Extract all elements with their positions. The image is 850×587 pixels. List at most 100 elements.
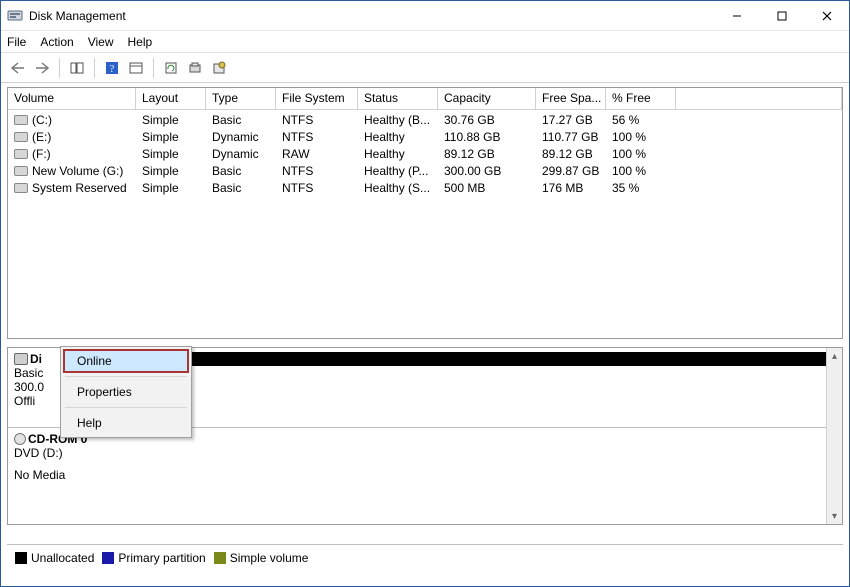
menu-bar: File Action View Help [1, 31, 849, 53]
svg-text:?: ? [110, 64, 115, 75]
footer-strip [7, 570, 843, 580]
cell-pct: 35 % [606, 181, 676, 195]
cell-free: 110.77 GB [536, 130, 606, 144]
cdrom-row[interactable]: CD-ROM 0 DVD (D:) No Media [8, 428, 842, 508]
cell-capacity: 110.88 GB [438, 130, 536, 144]
cell-capacity: 500 MB [438, 181, 536, 195]
cell-status: Healthy [358, 147, 438, 161]
legend: Unallocated Primary partition Simple vol… [7, 544, 843, 570]
cell-layout: Simple [136, 164, 206, 178]
cell-fs: NTFS [276, 130, 358, 144]
context-properties[interactable]: Properties [63, 380, 189, 404]
col-layout[interactable]: Layout [136, 88, 206, 109]
refresh-button[interactable] [160, 57, 182, 79]
window-controls [714, 1, 849, 30]
disk-layout-bar[interactable] [118, 348, 842, 427]
cell-volume: New Volume (G:) [8, 164, 136, 178]
toolbar-separator [94, 58, 95, 78]
settings-button[interactable] [125, 57, 147, 79]
cell-free: 17.27 GB [536, 113, 606, 127]
properties-button[interactable] [208, 57, 230, 79]
toolbar: ? [1, 53, 849, 83]
cell-pct: 100 % [606, 130, 676, 144]
swatch-simple [214, 552, 226, 564]
disk-label: Di [30, 352, 42, 366]
menu-action[interactable]: Action [40, 35, 73, 49]
cell-layout: Simple [136, 113, 206, 127]
cell-layout: Simple [136, 130, 206, 144]
cdrom-info[interactable]: CD-ROM 0 DVD (D:) No Media [8, 428, 842, 508]
context-online[interactable]: Online [63, 349, 189, 373]
disk-icon [14, 353, 28, 365]
help-button[interactable]: ? [101, 57, 123, 79]
volume-icon [14, 166, 28, 176]
cell-layout: Simple [136, 147, 206, 161]
menu-file[interactable]: File [7, 35, 26, 49]
volume-icon [14, 132, 28, 142]
volume-icon [14, 149, 28, 159]
cell-status: Healthy (B... [358, 113, 438, 127]
context-help[interactable]: Help [63, 411, 189, 435]
menu-view[interactable]: View [88, 35, 114, 49]
window-title: Disk Management [29, 9, 126, 23]
maximize-button[interactable] [759, 1, 804, 30]
col-percent[interactable]: % Free [606, 88, 676, 109]
volume-row[interactable]: (C:)SimpleBasicNTFSHealthy (B...30.76 GB… [8, 111, 842, 128]
cell-fs: NTFS [276, 164, 358, 178]
swatch-unallocated [15, 552, 27, 564]
scroll-track[interactable] [827, 364, 842, 508]
cell-fs: RAW [276, 147, 358, 161]
cell-layout: Simple [136, 181, 206, 195]
show-hide-tree-button[interactable] [66, 57, 88, 79]
scroll-up-button[interactable]: ▴ [827, 348, 842, 364]
volume-icon [14, 183, 28, 193]
context-separator [65, 376, 187, 377]
cell-capacity: 30.76 GB [438, 113, 536, 127]
volume-row[interactable]: (E:)SimpleDynamicNTFSHealthy110.88 GB110… [8, 128, 842, 145]
col-free[interactable]: Free Spa... [536, 88, 606, 109]
col-filesystem[interactable]: File System [276, 88, 358, 109]
content-area: Volume Layout Type File System Status Ca… [1, 83, 849, 586]
menu-help[interactable]: Help [128, 35, 153, 49]
volume-row[interactable]: New Volume (G:)SimpleBasicNTFSHealthy (P… [8, 162, 842, 179]
volume-row[interactable]: System ReservedSimpleBasicNTFSHealthy (S… [8, 179, 842, 196]
forward-button[interactable] [31, 57, 53, 79]
context-separator [65, 407, 187, 408]
legend-unallocated: Unallocated [15, 551, 94, 565]
cell-status: Healthy [358, 130, 438, 144]
cdrom-status: No Media [14, 468, 836, 482]
cell-pct: 100 % [606, 164, 676, 178]
col-type[interactable]: Type [206, 88, 276, 109]
cdrom-type: DVD (D:) [14, 446, 836, 460]
close-button[interactable] [804, 1, 849, 30]
minimize-button[interactable] [714, 1, 759, 30]
volume-row[interactable]: (F:)SimpleDynamicRAWHealthy89.12 GB89.12… [8, 145, 842, 162]
cdrom-icon [14, 433, 26, 445]
cell-free: 89.12 GB [536, 147, 606, 161]
rescan-button[interactable] [184, 57, 206, 79]
cell-fs: NTFS [276, 181, 358, 195]
cell-free: 176 MB [536, 181, 606, 195]
cell-type: Basic [206, 164, 276, 178]
cell-volume: (E:) [8, 130, 136, 144]
cell-free: 299.87 GB [536, 164, 606, 178]
scroll-down-button[interactable]: ▾ [827, 508, 842, 524]
cell-type: Dynamic [206, 147, 276, 161]
cell-capacity: 300.00 GB [438, 164, 536, 178]
title-bar: Disk Management [1, 1, 849, 31]
cell-volume: (F:) [8, 147, 136, 161]
col-volume[interactable]: Volume [8, 88, 136, 109]
volume-list: Volume Layout Type File System Status Ca… [7, 87, 843, 339]
cell-pct: 56 % [606, 113, 676, 127]
col-capacity[interactable]: Capacity [438, 88, 536, 109]
col-status[interactable]: Status [358, 88, 438, 109]
cell-fs: NTFS [276, 113, 358, 127]
context-menu: Online Properties Help [60, 346, 192, 438]
col-spacer [676, 88, 842, 109]
back-button[interactable] [7, 57, 29, 79]
swatch-primary [102, 552, 114, 564]
volume-list-header: Volume Layout Type File System Status Ca… [8, 88, 842, 110]
cell-type: Dynamic [206, 130, 276, 144]
toolbar-separator [59, 58, 60, 78]
vertical-scrollbar[interactable]: ▴ ▾ [826, 348, 842, 524]
